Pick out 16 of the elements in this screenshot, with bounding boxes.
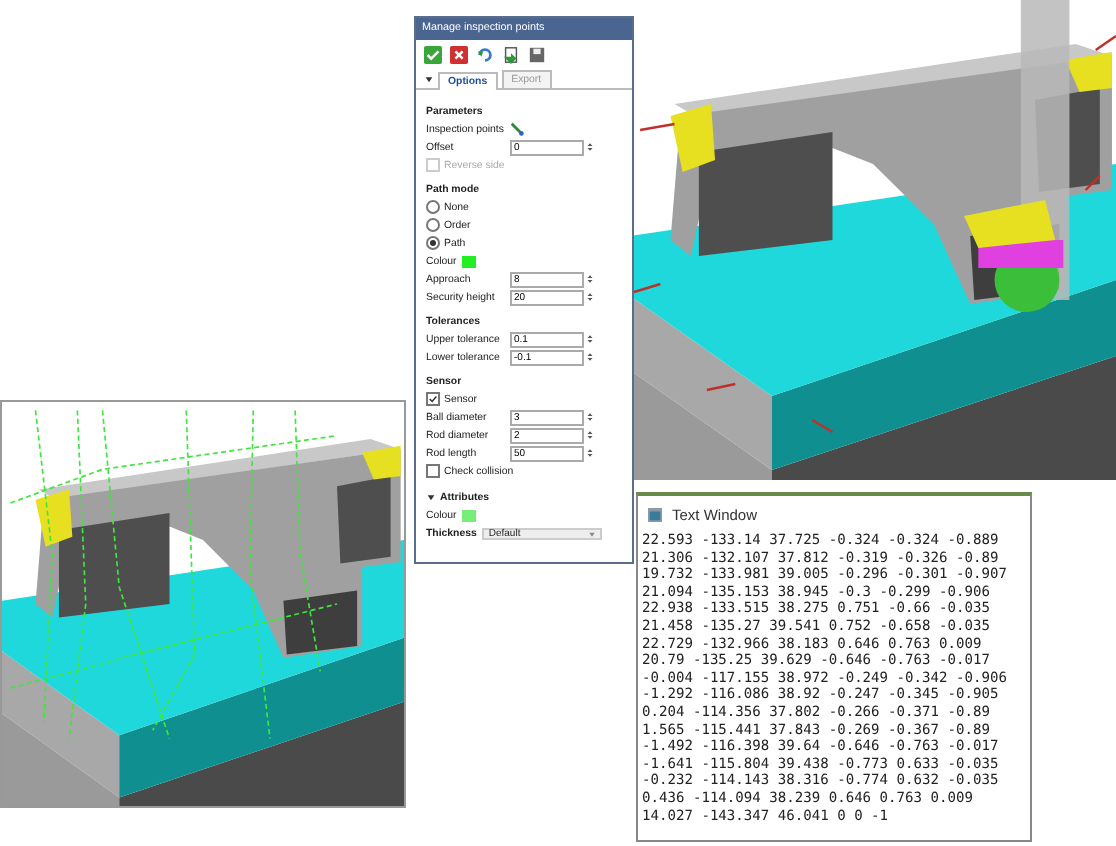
refresh-icon[interactable] xyxy=(476,46,494,64)
save-icon[interactable] xyxy=(528,46,546,64)
pick-points-icon[interactable] xyxy=(509,122,524,136)
colour-swatch[interactable] xyxy=(462,255,476,267)
radio-button[interactable] xyxy=(426,200,440,214)
radio-button[interactable] xyxy=(426,218,440,232)
colour-swatch[interactable] xyxy=(462,509,476,521)
window-icon xyxy=(648,507,662,521)
close-icon[interactable] xyxy=(450,46,468,64)
check-icon[interactable] xyxy=(424,46,442,64)
radio-button[interactable] xyxy=(426,236,440,250)
caret-icon[interactable] xyxy=(426,492,436,502)
checkbox[interactable] xyxy=(426,464,440,478)
document-icon[interactable] xyxy=(502,46,520,64)
checkbox[interactable] xyxy=(426,392,440,406)
caret-icon[interactable] xyxy=(424,74,434,84)
